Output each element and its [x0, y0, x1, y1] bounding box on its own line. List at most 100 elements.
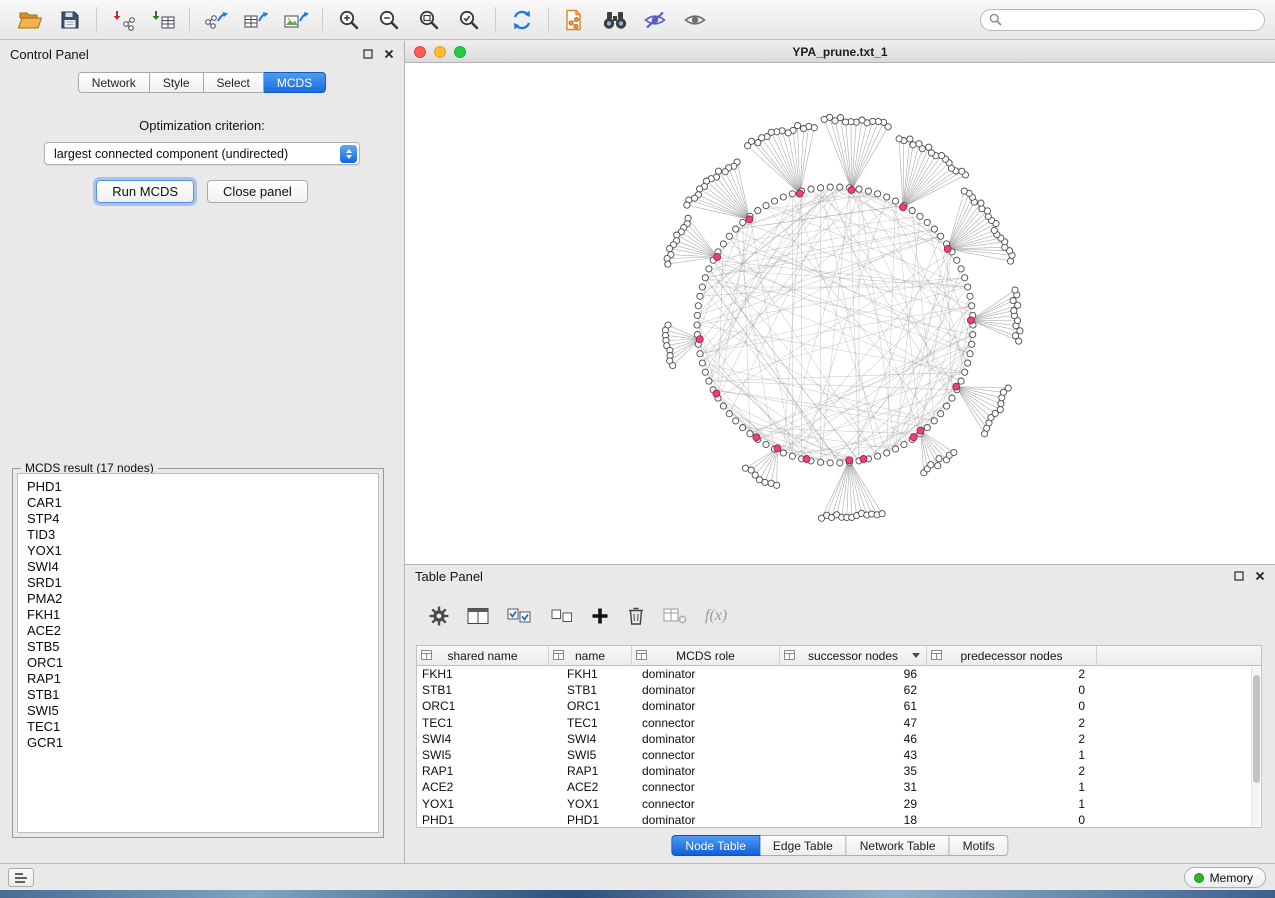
table-tab[interactable]: Node Table [671, 835, 760, 856]
network-window-titlebar[interactable]: YPA_prune.txt_1 [405, 41, 1275, 63]
mcds-result-item[interactable]: SWI5 [27, 703, 378, 719]
mcds-result-item[interactable]: SWI4 [27, 559, 378, 575]
mcds-result-item[interactable]: GCR1 [27, 735, 378, 751]
control-panel-tab[interactable]: Style [150, 72, 204, 93]
mcds-result-item[interactable]: ORC1 [27, 655, 378, 671]
delete-table-button[interactable] [663, 607, 687, 625]
import-table-button[interactable] [143, 4, 183, 36]
mcds-result-item[interactable]: PMA2 [27, 591, 378, 607]
eye-icon [683, 10, 707, 30]
mcds-result-item[interactable]: TID3 [27, 527, 378, 543]
control-panel-tab[interactable]: Network [78, 72, 150, 93]
delete-column-button[interactable] [627, 606, 645, 626]
mcds-result-item[interactable]: YOX1 [27, 543, 378, 559]
select-all-icon [507, 607, 533, 625]
show-all-button[interactable] [675, 4, 715, 36]
toolbar-separator [322, 7, 323, 33]
table-float-button[interactable] [1234, 571, 1244, 581]
zoom-fit-button[interactable] [409, 4, 449, 36]
table-row[interactable]: ORC1 ORC1 dominator 61 0 [417, 698, 1261, 714]
import-network-button[interactable] [103, 4, 143, 36]
table-tab[interactable]: Edge Table [760, 835, 847, 856]
network-graph[interactable] [405, 63, 1275, 564]
status-bar: Memory [0, 863, 1275, 890]
export-network-button[interactable] [196, 4, 236, 36]
save-session-button[interactable] [50, 4, 90, 36]
binoculars-icon [602, 10, 628, 30]
export-image-button[interactable] [276, 4, 316, 36]
memory-button[interactable]: Memory [1184, 867, 1266, 888]
column-header[interactable]: shared name [417, 646, 549, 665]
status-menu-button[interactable] [8, 868, 34, 887]
column-header[interactable]: successor nodes [780, 646, 927, 665]
open-file-button[interactable] [10, 4, 50, 36]
table-settings-button[interactable] [429, 606, 449, 626]
mcds-result-item[interactable]: RAP1 [27, 671, 378, 687]
table-row[interactable]: SWI5 SWI5 connector 43 1 [417, 747, 1261, 763]
mcds-result-item[interactable]: TEC1 [27, 719, 378, 735]
memory-label: Memory [1210, 871, 1253, 885]
zoom-selected-button[interactable] [449, 4, 489, 36]
table-row[interactable]: ACE2 ACE2 connector 31 1 [417, 779, 1261, 795]
float-panel-button[interactable] [363, 49, 373, 59]
control-panel-tab[interactable]: MCDS [264, 72, 326, 93]
mcds-result-item[interactable]: STB1 [27, 687, 378, 703]
control-panel-tab[interactable]: Select [204, 72, 264, 93]
table-row[interactable]: FKH1 FKH1 dominator 96 2 [417, 666, 1261, 682]
network-canvas[interactable] [405, 63, 1275, 564]
optimization-select[interactable]: largest connected component (undirected) [44, 142, 360, 165]
zoom-in-button[interactable] [329, 4, 369, 36]
table-row[interactable]: TEC1 TEC1 connector 47 2 [417, 715, 1261, 731]
column-header[interactable]: name [549, 646, 632, 665]
table-row[interactable]: STB1 STB1 dominator 62 0 [417, 682, 1261, 698]
first-neighbors-button[interactable] [595, 4, 635, 36]
hide-selected-button[interactable] [635, 4, 675, 36]
mcds-result-item[interactable]: PHD1 [27, 479, 378, 495]
run-mcds-button[interactable]: Run MCDS [96, 180, 194, 203]
deselect-all-button[interactable] [551, 607, 573, 625]
column-header[interactable]: predecessor nodes [927, 646, 1097, 665]
add-column-button[interactable] [591, 607, 609, 625]
column-header[interactable]: MCDS role [632, 646, 780, 665]
mcds-result-item[interactable]: STP4 [27, 511, 378, 527]
toolbar-separator [548, 7, 549, 33]
close-panel-button[interactable] [384, 49, 394, 59]
toolbar-separator [96, 7, 97, 33]
export-image-icon [283, 9, 309, 31]
export-table-button[interactable] [236, 4, 276, 36]
control-panel-tabs: NetworkStyleSelectMCDS [0, 72, 404, 93]
table-tab[interactable]: Motifs [950, 835, 1009, 856]
import-network-icon [110, 9, 136, 31]
table-tab[interactable]: Network Table [847, 835, 950, 856]
mcds-result-item[interactable]: STB5 [27, 639, 378, 655]
delete-table-icon [663, 607, 687, 625]
import-table-icon [150, 9, 176, 31]
table-row[interactable]: RAP1 RAP1 dominator 35 2 [417, 763, 1261, 779]
mcds-result-item[interactable]: SRD1 [27, 575, 378, 591]
network-from-document-button[interactable] [555, 4, 595, 36]
mcds-result-item[interactable]: CAR1 [27, 495, 378, 511]
sort-arrow-icon [912, 653, 920, 658]
select-all-button[interactable] [507, 607, 533, 625]
network-region: YPA_prune.txt_1 Table Panel [405, 41, 1275, 863]
export-network-icon [203, 9, 229, 31]
close-icon [384, 49, 394, 59]
window-zoom-button[interactable] [454, 46, 466, 58]
close-panel-action-button[interactable]: Close panel [207, 180, 308, 203]
window-close-button[interactable] [414, 46, 426, 58]
apply-layout-button[interactable] [502, 4, 542, 36]
zoom-out-button[interactable] [369, 4, 409, 36]
table-row[interactable]: SWI4 SWI4 dominator 46 2 [417, 731, 1261, 747]
window-minimize-button[interactable] [434, 46, 446, 58]
column-attribute-icon [931, 650, 942, 660]
table-row[interactable]: YOX1 YOX1 connector 29 1 [417, 796, 1261, 812]
function-builder-button[interactable]: f(x) [705, 607, 727, 625]
search-input[interactable] [1007, 13, 1256, 27]
table-scrollbar[interactable] [1251, 667, 1260, 826]
table-scrollbar-thumb[interactable] [1253, 675, 1260, 783]
table-close-button[interactable] [1255, 571, 1265, 581]
show-columns-button[interactable] [467, 607, 489, 625]
table-row[interactable]: PHD1 PHD1 dominator 18 0 [417, 812, 1261, 827]
mcds-result-item[interactable]: ACE2 [27, 623, 378, 639]
mcds-result-item[interactable]: FKH1 [27, 607, 378, 623]
